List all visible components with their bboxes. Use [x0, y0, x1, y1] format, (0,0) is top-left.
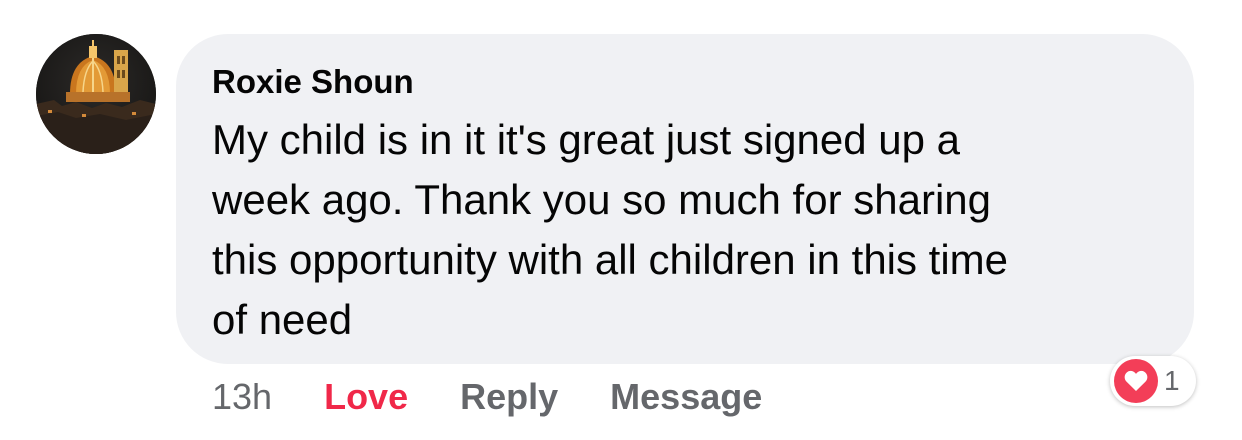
- comment: Roxie Shoun My child is in it it's great…: [0, 0, 1242, 440]
- reaction-summary[interactable]: 1: [1110, 356, 1196, 406]
- comment-actions: 13h Love Reply Message: [212, 372, 814, 422]
- comment-author[interactable]: Roxie Shoun: [212, 62, 1164, 102]
- love-button[interactable]: Love: [324, 376, 408, 418]
- reaction-count: 1: [1164, 365, 1180, 396]
- comment-text: My child is in it it's great just signed…: [212, 116, 1009, 343]
- heart-icon: [1114, 359, 1158, 403]
- message-button[interactable]: Message: [610, 376, 762, 418]
- reply-button[interactable]: Reply: [460, 376, 558, 418]
- comment-bubble: Roxie Shoun My child is in it it's great…: [176, 34, 1194, 364]
- comment-timestamp[interactable]: 13h: [212, 376, 272, 418]
- avatar[interactable]: [36, 34, 156, 154]
